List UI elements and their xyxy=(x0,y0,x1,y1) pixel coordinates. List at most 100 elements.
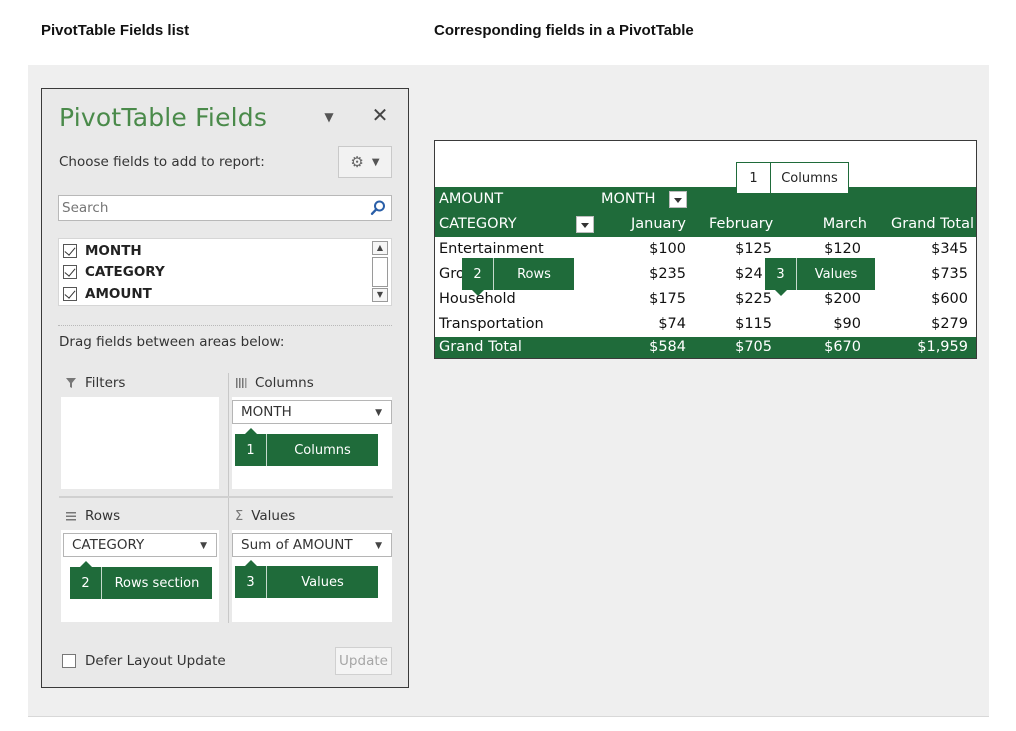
month-header: February xyxy=(709,216,774,232)
value-cell: $90 xyxy=(833,316,861,332)
filters-area-title: Filters xyxy=(65,375,125,391)
chevron-down-icon[interactable]: ▼ xyxy=(375,408,382,418)
areas-vertical-divider xyxy=(228,373,229,623)
pivot-table-heading: Corresponding fields in a PivotTable xyxy=(434,22,694,39)
columns-label: Columns xyxy=(255,375,314,391)
callout-pointer xyxy=(747,193,761,200)
sigma-icon: Σ xyxy=(235,508,244,524)
chevron-down-icon[interactable]: ▼ xyxy=(200,541,207,551)
values-field-label: Sum of AMOUNT xyxy=(241,537,353,553)
field-list: MONTH CATEGORY AMOUNT ▲ ▼ xyxy=(58,238,392,306)
value-cell: $74 xyxy=(658,316,686,332)
grand-total-header: Grand Total xyxy=(891,216,974,232)
table-row: Household $175 $225 $200 $600 xyxy=(435,287,976,312)
scroll-up-icon[interactable]: ▲ xyxy=(372,241,388,255)
column-filter-dropdown-icon[interactable] xyxy=(669,191,687,208)
value-cell: $235 xyxy=(649,266,686,282)
field-checkbox-amount[interactable] xyxy=(63,287,77,301)
month-header: March xyxy=(822,216,867,232)
defer-layout-update[interactable]: Defer Layout Update xyxy=(62,653,226,669)
callout-number: 3 xyxy=(765,258,797,290)
columns-area-title: Columns xyxy=(235,375,314,391)
areas-horizontal-divider xyxy=(59,496,393,498)
field-item-month[interactable]: MONTH xyxy=(63,241,142,261)
columns-field-chip[interactable]: MONTH ▼ xyxy=(232,400,392,424)
search-box xyxy=(58,195,392,221)
total-cell: $735 xyxy=(931,266,968,282)
callout-number: 2 xyxy=(462,258,494,290)
values-area-title: Σ Values xyxy=(235,508,295,524)
pivot-callout-values: 3 Values xyxy=(765,258,875,296)
rows-area-title: Rows xyxy=(65,508,120,524)
callout-number: 3 xyxy=(235,566,267,598)
update-button[interactable]: Update xyxy=(335,647,392,675)
pivot-table: AMOUNT MONTH CATEGORY January February M… xyxy=(434,140,977,359)
pivottable-fields-pane: PivotTable Fields ▼ ✕ Choose fields to a… xyxy=(41,88,409,688)
values-label: Values xyxy=(251,508,296,524)
value-cell: $24 xyxy=(735,266,763,282)
grand-total-cell: $584 xyxy=(649,339,686,355)
chevron-down-icon: ▼ xyxy=(371,156,380,168)
field-item-category[interactable]: CATEGORY xyxy=(63,262,165,282)
total-cell: $345 xyxy=(931,241,968,257)
pane-title: PivotTable Fields xyxy=(59,103,268,132)
values-field-chip[interactable]: Sum of AMOUNT ▼ xyxy=(232,533,392,557)
row-filter-dropdown-icon[interactable] xyxy=(576,216,594,233)
rows-field-chip[interactable]: CATEGORY ▼ xyxy=(63,533,217,557)
grand-total-cell: $1,959 xyxy=(917,339,968,355)
filters-drop-area[interactable] xyxy=(61,397,219,489)
choose-fields-label: Choose fields to add to report: xyxy=(59,154,265,170)
field-checkbox-month[interactable] xyxy=(63,244,77,258)
callout-label: Rows xyxy=(517,266,551,282)
rows-label: Rows xyxy=(85,508,121,524)
pivot-callout-columns: 1 Columns xyxy=(736,162,849,200)
column-field-header: MONTH xyxy=(601,191,656,207)
callout-number: 1 xyxy=(737,163,771,193)
search-icon[interactable] xyxy=(369,199,387,217)
pane-options-dropdown-icon[interactable]: ▼ xyxy=(321,110,337,124)
columns-field-label: MONTH xyxy=(241,404,292,420)
tools-gear-button[interactable]: ⚙ ▼ xyxy=(338,146,392,178)
grand-total-label: Grand Total xyxy=(439,339,522,355)
callout-pointer xyxy=(472,290,484,296)
value-cell: $125 xyxy=(735,241,772,257)
search-input[interactable] xyxy=(59,196,359,220)
field-label: MONTH xyxy=(85,243,142,259)
pivot-filter-row: AMOUNT MONTH xyxy=(435,187,976,212)
values-field-header: AMOUNT xyxy=(439,191,504,207)
grand-total-cell: $670 xyxy=(824,339,861,355)
columns-icon xyxy=(236,378,247,388)
defer-layout-checkbox[interactable] xyxy=(62,654,76,668)
field-label: AMOUNT xyxy=(85,286,152,302)
filter-icon xyxy=(66,378,76,388)
filters-label: Filters xyxy=(85,375,126,391)
grand-total-cell: $705 xyxy=(735,339,772,355)
callout-label: Values xyxy=(814,266,858,282)
callout-pointer xyxy=(245,560,257,566)
callout-columns: 1 Columns xyxy=(235,428,378,466)
total-cell: $600 xyxy=(931,291,968,307)
callout-label: Values xyxy=(301,574,344,590)
callout-label: Columns xyxy=(781,170,838,186)
chevron-down-icon[interactable]: ▼ xyxy=(375,541,382,551)
callout-label: Rows section xyxy=(114,575,200,591)
field-list-scrollbar[interactable]: ▲ ▼ xyxy=(372,240,390,304)
scroll-down-icon[interactable]: ▼ xyxy=(372,288,388,302)
category-label: Transportation xyxy=(439,316,544,332)
callout-rows-section: 2 Rows section xyxy=(70,561,212,599)
field-item-amount[interactable]: AMOUNT xyxy=(63,284,152,304)
field-checkbox-category[interactable] xyxy=(63,265,77,279)
category-label: Gro xyxy=(439,266,465,282)
callout-pointer xyxy=(775,290,787,296)
callout-label: Columns xyxy=(294,442,351,458)
row-field-header: CATEGORY xyxy=(439,216,517,232)
close-icon[interactable]: ✕ xyxy=(370,105,390,125)
value-cell: $175 xyxy=(649,291,686,307)
drag-fields-label: Drag fields between areas below: xyxy=(59,334,285,350)
section-divider xyxy=(58,325,392,326)
total-cell: $279 xyxy=(931,316,968,332)
defer-layout-label: Defer Layout Update xyxy=(85,653,226,669)
scrollbar-track[interactable] xyxy=(372,257,388,287)
gear-icon: ⚙ xyxy=(350,153,364,171)
month-header: January xyxy=(631,216,686,232)
